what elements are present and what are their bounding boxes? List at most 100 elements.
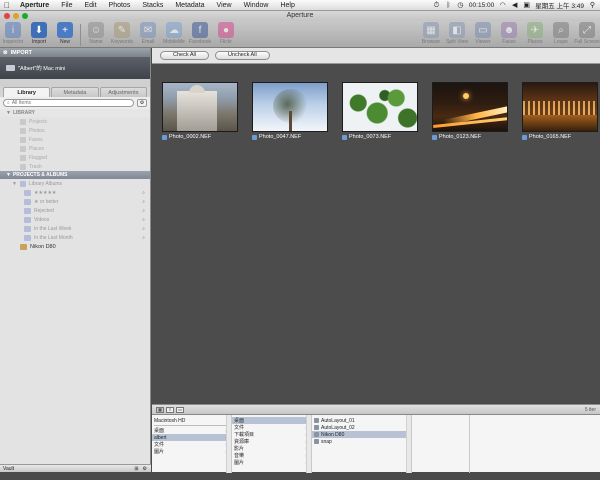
- album-settings-magnifier-icon[interactable]: ⌕: [142, 226, 145, 232]
- timer-readout[interactable]: 00:15:00: [469, 2, 494, 9]
- menu-view[interactable]: View: [211, 2, 238, 9]
- smart-album-item[interactable]: Rejected ⌕: [0, 206, 150, 215]
- album-settings-magnifier-icon[interactable]: ⌕: [142, 235, 145, 241]
- tab-metadata[interactable]: Metadata: [51, 87, 99, 97]
- folder-item[interactable]: 桌面▶: [232, 417, 311, 424]
- column-scrollbar[interactable]: [226, 415, 231, 473]
- folder-item[interactable]: Nikon D80: [312, 431, 411, 438]
- folder-item[interactable]: 音樂▶: [232, 452, 311, 459]
- library-item-faces[interactable]: Faces: [0, 135, 150, 144]
- library-search-input[interactable]: [11, 100, 112, 106]
- name-button[interactable]: ☺ Name: [83, 22, 109, 45]
- disclosure-triangle-icon[interactable]: ▼: [12, 181, 17, 187]
- uncheck-all-button[interactable]: Uncheck All: [214, 51, 270, 60]
- smart-album-item[interactable]: In the Last Month ⌕: [0, 233, 150, 242]
- action-menu-button[interactable]: ⚙: [137, 99, 147, 107]
- viewer-button[interactable]: ▭ Viewer: [470, 22, 496, 45]
- time-machine-icon[interactable]: ◷: [457, 2, 464, 9]
- library-item-projects[interactable]: Projects: [0, 117, 150, 126]
- library-search-box[interactable]: ⌕: [3, 99, 134, 107]
- folder-item[interactable]: 資源庫▶: [232, 438, 311, 445]
- library-item-places[interactable]: Places: [0, 144, 150, 153]
- mobileme-button[interactable]: ☁ MobileMe: [161, 22, 187, 45]
- list-view-icon[interactable]: ≡: [166, 406, 174, 413]
- library-item-photos[interactable]: Photos: [0, 126, 150, 135]
- menu-stacks[interactable]: Stacks: [136, 2, 169, 9]
- folder-item[interactable]: albert▶: [152, 434, 231, 441]
- split-view-button[interactable]: ◧ Split View: [444, 22, 470, 45]
- import-source-item[interactable]: "Albert"的 Mac mini: [0, 57, 150, 79]
- check-all-button[interactable]: Check All: [160, 51, 209, 60]
- folder-item[interactable]: 桌面▶: [152, 427, 231, 434]
- photo-thumbnail[interactable]: Photo_0073.NEF: [342, 82, 418, 140]
- facebook-button[interactable]: f Facebook: [187, 22, 213, 45]
- folder-item[interactable]: 文件▶: [232, 424, 311, 431]
- projects-section-header[interactable]: ▼ PROJECTS & ALBUMS: [0, 171, 150, 179]
- photo-thumbnail[interactable]: Photo_0165.NEF: [522, 82, 598, 140]
- timer-status-icon[interactable]: ⏱: [433, 2, 440, 9]
- volume-icon[interactable]: ◀: [511, 2, 518, 9]
- folder-item[interactable]: snap: [312, 438, 411, 445]
- vault-label[interactable]: Vault: [3, 466, 14, 472]
- album-settings-magnifier-icon[interactable]: ⌕: [142, 190, 145, 196]
- folder-item[interactable]: 影片▶: [232, 445, 311, 452]
- tab-adjustments[interactable]: Adjustments: [99, 87, 147, 97]
- photo-thumbnail[interactable]: Photo_0123.NEF: [432, 82, 508, 140]
- email-button[interactable]: ✉ Email: [135, 22, 161, 45]
- places-button[interactable]: ✈ Places: [522, 22, 548, 45]
- import-close-icon[interactable]: ⊗: [3, 50, 8, 56]
- album-settings-magnifier-icon[interactable]: ⌕: [142, 208, 145, 214]
- folder-item[interactable]: 圖片▶: [152, 448, 231, 455]
- filmstrip-view-icon[interactable]: ▭: [176, 406, 184, 413]
- folder-item[interactable]: 下載項目▶: [232, 431, 311, 438]
- column-scrollbar[interactable]: [306, 415, 311, 473]
- full-screen-button[interactable]: ⤢ Full Screen: [574, 22, 600, 45]
- vault-add-icon[interactable]: ⊞: [134, 466, 138, 472]
- disclosure-triangle-icon[interactable]: ▼: [6, 172, 11, 178]
- smart-album-item[interactable]: In the Last Week ⌕: [0, 224, 150, 233]
- photo-image[interactable]: [252, 82, 328, 132]
- keywords-button[interactable]: ✎ Keywords: [109, 22, 135, 45]
- tab-library[interactable]: Library: [3, 87, 51, 97]
- menu-photos[interactable]: Photos: [103, 2, 137, 9]
- close-window-icon[interactable]: [4, 13, 10, 19]
- faces-button[interactable]: ☻ Faces: [496, 22, 522, 45]
- project-item-nikon-d80[interactable]: Nikon D80: [0, 242, 150, 252]
- library-item-trash[interactable]: Trash: [0, 162, 150, 171]
- album-settings-magnifier-icon[interactable]: ⌕: [142, 217, 145, 223]
- minimize-window-icon[interactable]: [13, 13, 19, 19]
- smart-album-item[interactable]: ★ or better ⌕: [0, 197, 150, 206]
- menu-file[interactable]: File: [55, 2, 78, 9]
- zoom-window-icon[interactable]: [22, 13, 28, 19]
- photo-thumbnail[interactable]: Photo_0002.NEF: [162, 82, 238, 140]
- menu-edit[interactable]: Edit: [78, 2, 102, 9]
- folder-item[interactable]: 文件▶: [152, 441, 231, 448]
- folder-item[interactable]: AutoLayout_01: [312, 417, 411, 424]
- import-button[interactable]: ⬇ Import: [26, 22, 52, 45]
- photo-thumbnail[interactable]: Photo_0047.NEF: [252, 82, 328, 140]
- photo-image[interactable]: [432, 82, 508, 132]
- spotlight-search-icon[interactable]: ⚲: [589, 2, 596, 9]
- menu-window[interactable]: Window: [238, 2, 275, 9]
- disclosure-triangle-icon[interactable]: ▼: [6, 110, 11, 116]
- vault-action-icon[interactable]: ⚙: [143, 466, 147, 472]
- flickr-button[interactable]: ● Flickr: [213, 22, 239, 45]
- photo-image[interactable]: [162, 82, 238, 132]
- photo-image[interactable]: [342, 82, 418, 132]
- volume-item[interactable]: Macintosh HD: [152, 417, 231, 424]
- photo-image[interactable]: [522, 82, 598, 132]
- library-albums-folder[interactable]: ▼ Library Albums: [0, 179, 150, 188]
- menubar-clock[interactable]: 星期五 上午 3:49: [535, 0, 584, 10]
- smart-album-item[interactable]: ★★★★★ ⌕: [0, 188, 150, 197]
- menu-metadata[interactable]: Metadata: [169, 2, 210, 9]
- smart-album-item[interactable]: Videos ⌕: [0, 215, 150, 224]
- import-section-header[interactable]: ⊗ IMPORT: [0, 48, 150, 57]
- input-source-icon[interactable]: ▣: [523, 2, 530, 9]
- inspector-button[interactable]: i Inspector: [0, 22, 26, 45]
- wifi-icon[interactable]: ◠: [499, 2, 506, 9]
- folder-item[interactable]: 圖片▶: [232, 459, 311, 466]
- loupe-button[interactable]: ⌕ Loupe: [548, 22, 574, 45]
- library-section-header[interactable]: ▼ LIBRARY: [0, 109, 150, 117]
- new-button[interactable]: + New: [52, 22, 78, 45]
- menu-help[interactable]: Help: [274, 2, 300, 9]
